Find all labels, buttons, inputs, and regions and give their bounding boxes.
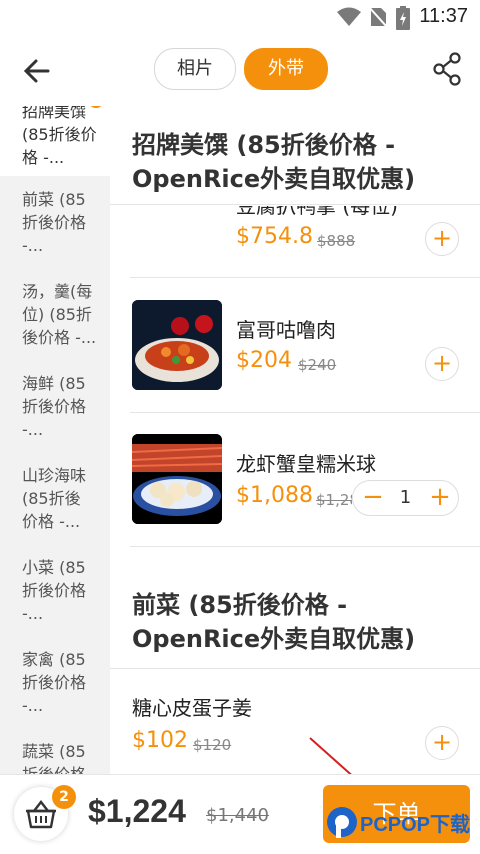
category-item-poultry[interactable]: 家禽 (85折後价格 -... [0, 648, 110, 717]
category-item-soup[interactable]: 汤，羹(每位) (85折後价格 -... [0, 280, 110, 349]
watermark-text: PCPOP下载 [360, 814, 471, 836]
divider [110, 668, 480, 669]
category-item-appetizer[interactable]: 前菜 (85折後价格 -... [0, 188, 110, 257]
divider [130, 412, 480, 413]
category-label: 招牌美馔 (85折後价格 -... [22, 106, 97, 167]
battery-icon [396, 6, 410, 30]
add-item-button[interactable]: + [425, 726, 459, 760]
divider [130, 546, 480, 547]
add-item-button[interactable]: + [425, 347, 459, 381]
no-sim-icon [368, 6, 388, 28]
tab-takeaway[interactable]: 外带 [244, 48, 328, 90]
dish-price: $1,088 [236, 483, 313, 508]
share-icon[interactable] [432, 52, 462, 86]
order-total: $1,224 [88, 793, 186, 829]
section-title-signature: 招牌美馔 (85折後价格 - OpenRice外卖自取优惠) [132, 131, 416, 193]
category-item-seafood[interactable]: 海鲜 (85折後价格 -... [0, 372, 110, 441]
order-total-original: $1,440 [206, 805, 269, 826]
dish-price: $204 [236, 348, 292, 373]
dish-name: 糖心皮蛋子姜 [132, 696, 252, 720]
category-item-delicacy[interactable]: 山珍海味 (85折後价格 -... [0, 464, 110, 533]
menu-content[interactable]: 招牌美馔 (85折後价格 - OpenRice外卖自取优惠) 豆腐扒鸭掌 (每位… [110, 106, 480, 774]
dish-name: 富哥咕噜肉 [236, 318, 336, 342]
category-item-signature[interactable]: 招牌美馔 (85折後价格 -... [0, 106, 110, 176]
cart-count-badge: 2 [52, 785, 76, 809]
quantity-value: 1 [399, 487, 412, 508]
dish-price: $102 [132, 728, 188, 753]
tab-photos[interactable]: 相片 [154, 48, 236, 90]
back-arrow-icon[interactable] [20, 54, 54, 88]
category-item-vegetable[interactable]: 蔬菜 (85折後价格 -... [0, 740, 110, 774]
category-label: 前菜 (85折後价格 -... [22, 190, 87, 255]
category-label: 山珍海味 (85折後价格 -... [22, 466, 87, 531]
dish-photo [132, 300, 222, 390]
header: 相片 外带 [0, 34, 480, 106]
status-time: 11:37 [419, 5, 468, 27]
dish-old-price: $240 [298, 356, 337, 374]
dish-price: $754.8 [236, 224, 313, 249]
divider [110, 204, 480, 205]
category-label: 家禽 (85折後价格 -... [22, 650, 87, 715]
wifi-icon [337, 7, 361, 26]
category-label: 汤，羹(每位) (85折後价格 -... [22, 282, 97, 347]
dish-name: 龙虾蟹皇糯米球 [236, 452, 376, 476]
decrease-button[interactable]: − [357, 481, 389, 515]
category-label: 蔬菜 (85折後价格 -... [22, 742, 86, 774]
category-item-side-dish[interactable]: 小菜 (85折後价格 -... [0, 556, 110, 625]
add-item-button[interactable]: + [425, 222, 459, 256]
divider [130, 277, 480, 278]
section-title-appetizer: 前菜 (85折後价格 - OpenRice外卖自取优惠) [132, 591, 416, 653]
increase-button[interactable]: + [424, 481, 456, 515]
status-bar: 11:37 [0, 0, 480, 34]
watermark: PCPOP下载 [322, 800, 472, 844]
category-label: 海鲜 (85折後价格 -... [22, 374, 87, 439]
category-sidebar[interactable]: 招牌美馔 (85折後价格 -... 前菜 (85折後价格 -... 汤，羹(每位… [0, 106, 110, 774]
dish-old-price: $1,280 [316, 491, 352, 509]
dish-old-price: $120 [193, 736, 232, 754]
quantity-stepper[interactable]: − 1 + [352, 480, 459, 516]
dish-photo [132, 434, 222, 524]
category-label: 小菜 (85折後价格 -... [22, 558, 87, 623]
dish-old-price: $888 [317, 232, 356, 250]
category-badge [88, 106, 104, 108]
